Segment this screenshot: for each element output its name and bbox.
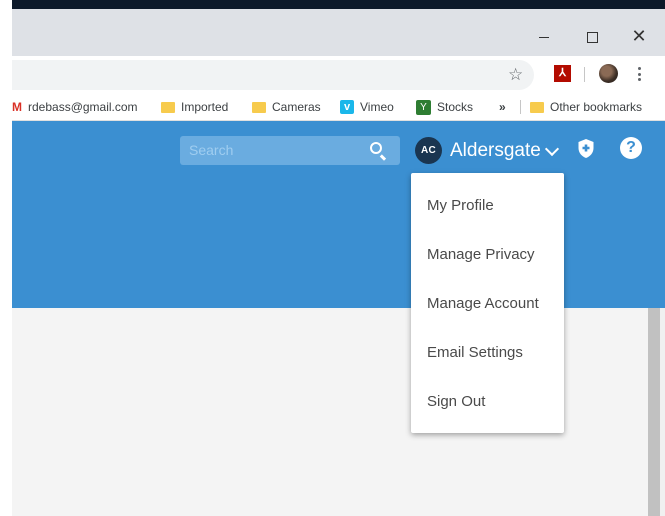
- stocks-icon: Y: [416, 99, 431, 115]
- address-bar[interactable]: [12, 60, 534, 90]
- browser-menu-icon[interactable]: [633, 64, 645, 84]
- account-avatar[interactable]: AC: [415, 137, 442, 164]
- search-icon[interactable]: [370, 142, 382, 154]
- title-bar: ✕: [12, 9, 665, 56]
- app-header: Search AC Aldersgate ?: [12, 121, 665, 308]
- bookmark-gmail[interactable]: M rdebass@gmail.com: [12, 94, 138, 120]
- gmail-icon: M: [12, 100, 22, 114]
- folder-icon: [161, 101, 175, 113]
- search-input[interactable]: Search: [180, 136, 400, 165]
- menu-item-email-settings[interactable]: Email Settings: [411, 331, 564, 375]
- browser-window: ✕ ☆ ⅄ M rdebass@gmail.com Imported Camer…: [12, 0, 665, 516]
- folder-icon: [252, 101, 266, 113]
- maximize-icon: [586, 31, 598, 43]
- search-placeholder: Search: [189, 142, 234, 158]
- maximize-button[interactable]: [569, 18, 615, 56]
- menu-item-manage-account[interactable]: Manage Account: [411, 282, 564, 326]
- account-dropdown-menu: My Profile Manage Privacy Manage Account…: [411, 173, 564, 433]
- menu-item-sign-out[interactable]: Sign Out: [411, 380, 564, 424]
- bookmark-cameras[interactable]: Cameras: [252, 94, 321, 120]
- bookmarks-bar: M rdebass@gmail.com Imported Cameras v V…: [12, 94, 665, 121]
- profile-avatar[interactable]: [599, 64, 618, 83]
- account-name[interactable]: Aldersgate: [450, 136, 541, 165]
- other-bookmarks[interactable]: Other bookmarks: [530, 94, 642, 120]
- menu-item-manage-privacy[interactable]: Manage Privacy: [411, 233, 564, 277]
- main-content: [12, 308, 665, 516]
- minimize-button[interactable]: [521, 18, 567, 56]
- vimeo-icon: v: [340, 100, 354, 114]
- bookmark-imported[interactable]: Imported: [161, 94, 228, 120]
- shield-icon[interactable]: [577, 138, 595, 159]
- acrobat-extension-icon[interactable]: ⅄: [554, 65, 571, 82]
- bookmarks-overflow-button[interactable]: »: [499, 94, 506, 120]
- scrollbar-thumb[interactable]: [648, 308, 660, 516]
- menu-item-my-profile[interactable]: My Profile: [411, 184, 564, 228]
- close-icon: ✕: [631, 26, 647, 47]
- bookmark-label: rdebass@gmail.com: [28, 100, 138, 114]
- address-toolbar: ☆ ⅄: [12, 56, 665, 94]
- bookmark-label: Imported: [181, 100, 229, 114]
- taskbar-strip: [12, 0, 665, 9]
- bookmark-label: Vimeo: [360, 100, 394, 114]
- chevron-down-icon[interactable]: [544, 141, 560, 157]
- star-icon[interactable]: ☆: [508, 67, 523, 84]
- bookmark-vimeo[interactable]: v Vimeo: [340, 94, 394, 120]
- bookmark-label: Stocks: [437, 100, 474, 114]
- bookmarks-divider: [520, 100, 521, 114]
- bookmark-label: Cameras: [272, 100, 321, 114]
- minimize-icon: [539, 36, 549, 38]
- help-icon[interactable]: ?: [620, 137, 642, 159]
- close-button[interactable]: ✕: [616, 18, 662, 56]
- folder-icon: [530, 101, 544, 113]
- toolbar-divider: [584, 67, 585, 82]
- bookmark-label: Other bookmarks: [550, 100, 643, 114]
- bookmark-stocks[interactable]: Y Stocks: [416, 94, 473, 120]
